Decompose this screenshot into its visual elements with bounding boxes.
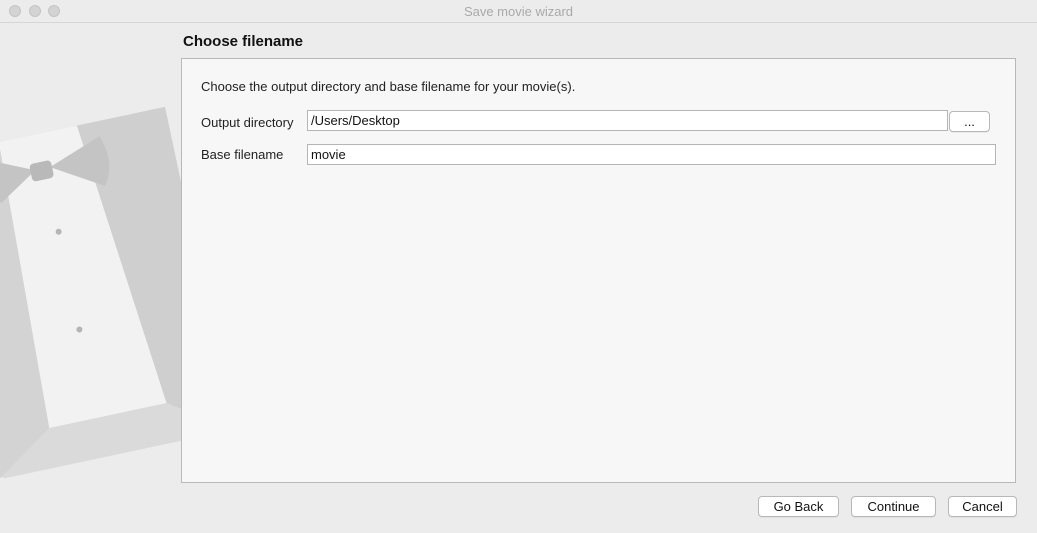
cancel-button[interactable]: Cancel <box>948 496 1017 517</box>
continue-button[interactable]: Continue <box>851 496 936 517</box>
go-back-button[interactable]: Go Back <box>758 496 839 517</box>
page-description: Choose the output directory and base fil… <box>201 79 576 94</box>
window-title: Save movie wizard <box>463 4 574 19</box>
base-filename-label: Base filename <box>201 147 284 162</box>
base-filename-input[interactable]: movie <box>307 144 996 165</box>
page-title: Choose filename <box>183 33 304 50</box>
output-directory-input[interactable]: /Users/Desktop <box>307 110 948 131</box>
output-directory-label: Output directory <box>201 115 294 130</box>
wizard-content-panel: Choose the output directory and base fil… <box>181 58 1016 483</box>
title-bar: Save movie wizard <box>0 0 1037 23</box>
browse-directory-button[interactable]: ... <box>949 111 990 132</box>
